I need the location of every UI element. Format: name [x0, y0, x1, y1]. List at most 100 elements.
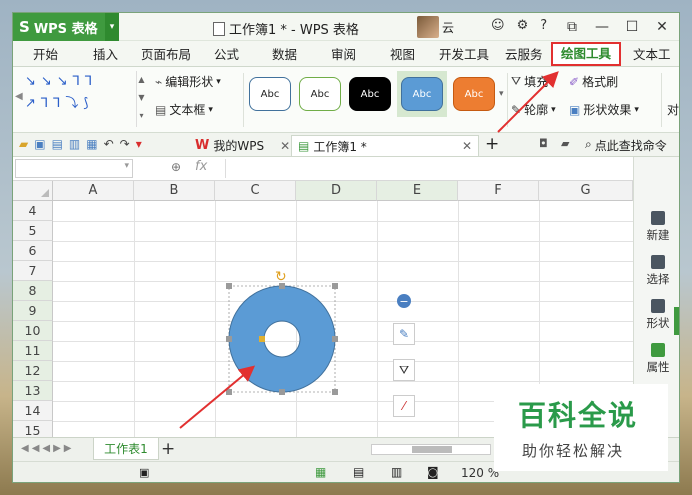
open-folder-icon[interactable]: ▰ [19, 137, 28, 151]
scroll-thumb[interactable] [412, 446, 452, 453]
shape-outline-button[interactable]: ⁄ [393, 395, 415, 417]
status-icon[interactable]: ▣ [139, 466, 149, 479]
column-header[interactable]: C [215, 181, 296, 201]
zoom-search-icon[interactable]: ⊕ [171, 160, 181, 174]
adjust-handle[interactable] [259, 336, 265, 342]
name-box[interactable]: ▾ [15, 159, 133, 178]
format-painter-button[interactable]: ✐ 格式刷 [569, 73, 618, 90]
user-name[interactable]: 云 [442, 19, 454, 36]
undo-icon[interactable]: ↶ [104, 137, 114, 151]
column-header[interactable]: G [539, 181, 633, 201]
fill-button[interactable]: ⛛ 填充 [511, 73, 548, 90]
print-icon[interactable]: ▥ [69, 137, 80, 151]
tab-workbook[interactable]: ▤ 工作簿1 * ✕ [291, 135, 479, 156]
resize-handle[interactable] [332, 336, 338, 342]
resize-handle[interactable] [226, 336, 232, 342]
donut-fill[interactable] [228, 285, 336, 393]
text-box-button[interactable]: ▤ 文本框 ▾ [155, 101, 213, 118]
row-header[interactable]: 9 [13, 301, 53, 321]
row-header[interactable]: 6 [13, 241, 53, 261]
row-header[interactable]: 12 [13, 361, 53, 381]
sheet-nav-icon[interactable]: ◀◀◀▶▶ [21, 443, 74, 454]
column-header[interactable]: E [377, 181, 458, 201]
tab-formulas[interactable]: 公式 [214, 45, 239, 65]
find-command[interactable]: ⌕ 点此查找命令 [585, 137, 667, 154]
app-menu-button[interactable]: S WPS 表格 ▾ [13, 13, 119, 41]
formula-input[interactable] [225, 159, 630, 178]
print-preview-icon[interactable]: ▤ [52, 137, 63, 151]
avatar[interactable] [417, 16, 439, 38]
tab-menu-icon[interactable]: ◘ [539, 137, 548, 150]
minimize-button[interactable]: — [587, 15, 617, 39]
tab-developer[interactable]: 开发工具 [439, 45, 489, 65]
save-icon[interactable]: ▣ [34, 137, 45, 151]
send-icon[interactable]: ▰ [561, 137, 569, 150]
reading-mode-icon[interactable]: ◙ [427, 465, 439, 479]
row-header[interactable]: 14 [13, 401, 53, 421]
row-header[interactable]: 10 [13, 321, 53, 341]
fx-icon[interactable]: fx [195, 159, 207, 174]
shape-style-3[interactable]: Abc [349, 77, 391, 111]
shape-fill-button[interactable]: ⛛ [393, 359, 415, 381]
new-tab-icon[interactable]: + [485, 134, 499, 154]
settings-icon[interactable]: ⚙ [517, 18, 529, 33]
shape-style-4[interactable]: Abc [401, 77, 443, 111]
resize-handle[interactable] [226, 389, 232, 395]
edit-shape-button[interactable]: ⌁ 编辑形状 ▾ [155, 73, 221, 90]
shape-edit-button[interactable]: ✎ [393, 323, 415, 345]
preview-icon[interactable]: ▦ [86, 137, 97, 151]
donut-shape[interactable] [226, 283, 338, 395]
tab-cloud[interactable]: 云服务 [505, 45, 543, 65]
row-header[interactable]: 4 [13, 201, 53, 221]
tab-drawing-tools[interactable]: 绘图工具 [551, 42, 622, 66]
task-properties[interactable]: 属性 [634, 343, 679, 375]
resize-handle[interactable] [332, 389, 338, 395]
chevron-down-icon[interactable]: ▾ [124, 161, 129, 171]
tab-page-layout[interactable]: 页面布局 [141, 45, 191, 65]
chevron-left-icon[interactable]: ◀ [15, 91, 23, 102]
tab-mywps[interactable]: W 我的WPS ✕ [195, 135, 290, 156]
styles-more-icon[interactable]: ▾ [499, 89, 504, 99]
row-header[interactable]: 7 [13, 261, 53, 281]
tab-data[interactable]: 数据 [272, 45, 297, 65]
task-select[interactable]: 选择 [634, 255, 679, 287]
row-header[interactable]: 15 [13, 421, 53, 437]
column-header[interactable]: B [134, 181, 215, 201]
tab-home[interactable]: 开始 [33, 45, 58, 65]
shape-style-1[interactable]: Abc [249, 77, 291, 111]
customize-icon[interactable]: ▾ [136, 137, 142, 151]
tab-text-tools[interactable]: 文本工 [633, 45, 671, 65]
row-header[interactable]: 8 [13, 281, 53, 301]
horizontal-scrollbar[interactable] [371, 444, 491, 455]
gallery-scroll[interactable]: ▲ ▼ ▾ [136, 71, 146, 127]
align-button[interactable]: 对 [667, 101, 679, 118]
close-icon[interactable]: ✕ [462, 139, 472, 153]
tab-review[interactable]: 审阅 [331, 45, 356, 65]
tab-insert[interactable]: 插入 [93, 45, 118, 65]
column-header[interactable]: F [458, 181, 539, 201]
sheet-tab[interactable]: 工作表1 [93, 438, 159, 460]
outline-button[interactable]: ✎ 轮廓 ▾ [511, 101, 556, 118]
row-header[interactable]: 5 [13, 221, 53, 241]
normal-view-icon[interactable]: ▦ [315, 465, 326, 479]
maximize-button[interactable]: ☐ [617, 15, 647, 39]
rotate-handle-icon[interactable]: ↻ [275, 269, 287, 285]
shape-effects-button[interactable]: ▣ 形状效果 ▾ [569, 101, 639, 118]
column-header[interactable]: A [53, 181, 134, 201]
shape-style-5[interactable]: Abc [453, 77, 495, 111]
shape-style-2[interactable]: Abc [299, 77, 341, 111]
restore-icon[interactable]: ⧉ [557, 15, 587, 39]
column-header[interactable]: D [296, 181, 377, 201]
resize-handle[interactable] [332, 283, 338, 289]
close-button[interactable]: ✕ [647, 15, 677, 39]
select-all-corner[interactable] [13, 181, 53, 201]
resize-handle[interactable] [226, 283, 232, 289]
tab-view[interactable]: 视图 [390, 45, 415, 65]
collapse-icon[interactable]: − [397, 294, 411, 308]
chevron-down-icon[interactable]: ▾ [105, 13, 119, 41]
add-sheet-icon[interactable]: + [161, 439, 175, 459]
close-icon[interactable]: ✕ [280, 139, 290, 153]
pane-toggle[interactable] [674, 307, 679, 335]
page-break-icon[interactable]: ▥ [391, 465, 402, 479]
skin-icon[interactable]: ☺ [491, 18, 505, 33]
